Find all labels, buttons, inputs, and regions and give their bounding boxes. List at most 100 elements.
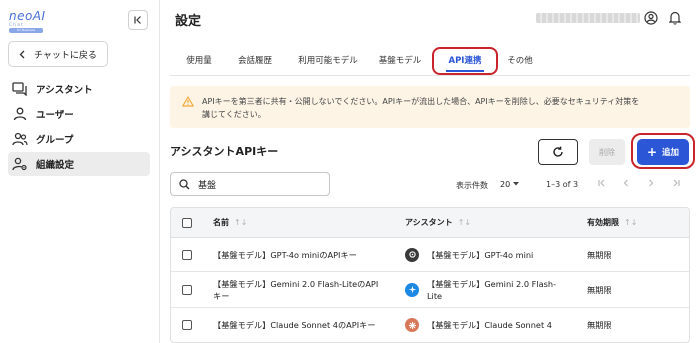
- key-name: 【基盤モデル】Claude Sonnet 4のAPIキー: [213, 320, 376, 330]
- plus-icon: +: [646, 145, 658, 159]
- assistant-name-line: 【基盤モデル】Gemini 2.0 Flash-: [427, 278, 557, 289]
- sort-icon: ↑↓: [624, 217, 638, 227]
- org-settings-icon: [12, 157, 27, 171]
- expiry-value: 無期限: [587, 249, 612, 260]
- assistant-cell: 【基盤モデル】Claude Sonnet 4: [405, 308, 552, 342]
- row-checkbox-cell: [182, 238, 192, 271]
- sidebar-item-assistant[interactable]: アシスタント: [8, 78, 150, 100]
- back-to-chat-button[interactable]: チャットに戻る: [8, 41, 108, 67]
- last-page-button[interactable]: [668, 175, 684, 191]
- assistant-name-line: Lite: [427, 290, 443, 301]
- sidebar-item-user[interactable]: ユーザー: [8, 103, 150, 125]
- key-name: 【基盤モデル】Gemini 2.0 Flash-LiteのAPI キー: [213, 272, 378, 307]
- refresh-button[interactable]: [538, 139, 578, 165]
- collapse-sidebar-button[interactable]: [128, 10, 148, 30]
- bell-icon[interactable]: [667, 10, 683, 26]
- tab-api-integration[interactable]: API連携: [434, 44, 496, 76]
- assistant-icon: [12, 82, 27, 96]
- section-title: アシスタントAPIキー: [170, 145, 279, 158]
- per-page-value: 20: [500, 179, 511, 189]
- column-header-assistant[interactable]: アシスタント ↑↓: [405, 208, 471, 237]
- claude-icon: [405, 318, 419, 332]
- column-header-label: 名前: [213, 217, 229, 227]
- row-checkbox[interactable]: [182, 249, 192, 260]
- page-title: 設定: [175, 14, 202, 29]
- assistant-cell: 【基盤モデル】GPT-4o mini: [405, 238, 533, 271]
- tab-available-models[interactable]: 利用可能モデル: [288, 44, 368, 76]
- gemini-icon: [405, 282, 419, 297]
- tab-base-models[interactable]: 基盤モデル: [370, 44, 430, 76]
- add-button-label: 追加: [662, 148, 680, 158]
- first-page-button[interactable]: [594, 175, 610, 191]
- tab-conversation-history[interactable]: 会話履歴: [228, 44, 282, 76]
- search-icon: [179, 178, 190, 189]
- sort-icon: ↑↓: [457, 217, 472, 227]
- next-page-button[interactable]: [643, 175, 659, 191]
- key-name-line: キー: [213, 290, 230, 301]
- warning-text: APIキーを第三者に共有・公開しないでください。APIキーが流出した場合、API…: [202, 97, 640, 106]
- table-row[interactable]: 【基盤モデル】Claude Sonnet 4のAPIキー 【基盤モデル】Clau…: [171, 308, 689, 342]
- sidebar-item-group[interactable]: グループ: [8, 128, 150, 150]
- expiry-value: 無期限: [587, 284, 612, 295]
- expiry-value: 無期限: [587, 320, 612, 330]
- warning-icon: [182, 96, 194, 107]
- assistant-name: 【基盤モデル】Claude Sonnet 4: [427, 320, 552, 330]
- logo-tag: for Business: [9, 28, 43, 33]
- sidebar: neoAI Chat for Business チャットに戻る アシスタント ユ…: [0, 0, 160, 343]
- chevron-left-icon: [19, 50, 25, 58]
- select-all-cell: [182, 208, 192, 237]
- column-header-name[interactable]: 名前 ↑↓: [213, 208, 247, 237]
- delete-button-label: 削除: [599, 147, 615, 157]
- sidebar-item-label: ユーザー: [36, 110, 74, 121]
- logo: neoAI Chat for Business: [9, 10, 49, 36]
- refresh-icon: [553, 146, 563, 157]
- sidebar-item-label: グループ: [36, 135, 74, 146]
- back-to-chat-label: チャットに戻る: [34, 50, 97, 61]
- search-input[interactable]: 基盤: [170, 172, 330, 196]
- sort-icon: ↑↓: [234, 217, 248, 227]
- collapse-icon: [134, 16, 141, 24]
- table-row[interactable]: 【基盤モデル】Gemini 2.0 Flash-LiteのAPI キー 【基盤モ…: [171, 272, 689, 308]
- assistant-cell: 【基盤モデル】Gemini 2.0 Flash- Lite: [405, 272, 556, 307]
- pagination-range: 1–3 of 3: [546, 180, 579, 189]
- per-page-label: 表示件数: [456, 181, 488, 190]
- tab-usage[interactable]: 使用量: [176, 44, 222, 76]
- table-row[interactable]: 【基盤モデル】GPT-4o miniのAPIキー 【基盤モデル】GPT-4o m…: [171, 238, 689, 272]
- chevron-left-icon: [623, 179, 628, 187]
- delete-button[interactable]: 削除: [589, 139, 625, 165]
- sidebar-item-label: アシスタント: [36, 85, 93, 96]
- tab-other[interactable]: その他: [498, 44, 542, 76]
- column-header-label: 有効期限: [587, 217, 619, 227]
- main-content: 設定 使用量 会話履歴 利用可能モデル 基盤モデル API連携 その他 APIキ…: [160, 0, 700, 343]
- table-header: 名前 ↑↓ アシスタント ↑↓ 有効期限 ↑↓: [171, 208, 689, 238]
- caret-down-icon: [513, 182, 520, 186]
- row-checkbox[interactable]: [182, 320, 192, 330]
- assistant-name: 【基盤モデル】Gemini 2.0 Flash- Lite: [427, 278, 556, 302]
- warning-text: 講じてください。: [202, 110, 266, 119]
- account-circle-icon[interactable]: [643, 10, 659, 26]
- user-email-blurred: [536, 13, 640, 23]
- column-header-expiry[interactable]: 有効期限 ↑↓: [587, 208, 637, 237]
- prev-page-button[interactable]: [618, 175, 634, 191]
- sidebar-item-org-settings[interactable]: 組織設定: [8, 152, 150, 176]
- openai-icon: [405, 247, 419, 262]
- api-keys-table: 名前 ↑↓ アシスタント ↑↓ 有効期限 ↑↓ 【基盤モデル】GPT-4o mi…: [170, 207, 690, 343]
- select-all-checkbox[interactable]: [182, 217, 192, 228]
- row-checkbox-cell: [182, 308, 192, 342]
- sidebar-item-label: 組織設定: [36, 160, 75, 171]
- row-checkbox-cell: [182, 272, 192, 307]
- user-icon: [13, 107, 27, 121]
- column-header-label: アシスタント: [405, 217, 453, 227]
- logo-text: neoAI: [9, 9, 46, 23]
- add-button[interactable]: + 追加: [637, 139, 689, 165]
- key-name: 【基盤モデル】GPT-4o miniのAPIキー: [213, 249, 357, 260]
- security-warning: APIキーを第三者に共有・公開しないでください。APIキーが流出した場合、API…: [170, 86, 690, 128]
- settings-tabs: 使用量 会話履歴 利用可能モデル 基盤モデル API連携 その他: [170, 44, 690, 76]
- assistant-name: 【基盤モデル】GPT-4o mini: [427, 249, 534, 260]
- search-value: 基盤: [198, 180, 217, 191]
- group-icon: [12, 132, 28, 146]
- per-page-select[interactable]: 20: [500, 177, 526, 191]
- row-checkbox[interactable]: [182, 284, 192, 295]
- first-page-icon: [598, 179, 605, 187]
- last-page-icon: [673, 179, 680, 187]
